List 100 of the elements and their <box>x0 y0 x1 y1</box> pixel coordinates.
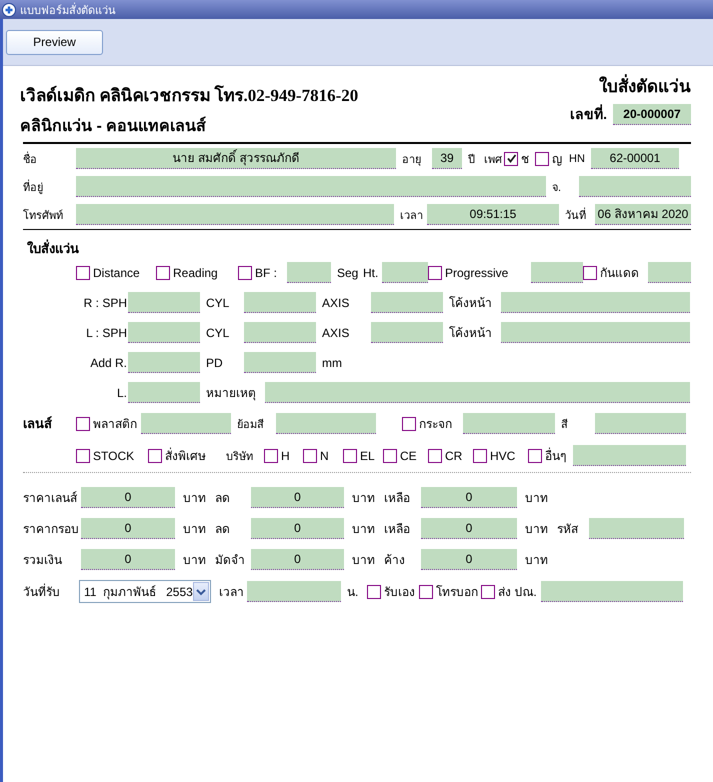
checkbox-label: อื่นๆ <box>545 446 566 465</box>
input-field[interactable]: 39 <box>432 148 462 169</box>
input-field[interactable]: 0 <box>251 549 344 570</box>
input-field[interactable] <box>128 292 200 313</box>
input-field[interactable] <box>244 322 316 343</box>
checkbox[interactable] <box>264 448 278 462</box>
input-field[interactable] <box>76 204 394 225</box>
field-label: บาท <box>351 521 376 538</box>
field-label: วันที่ <box>564 206 587 224</box>
checkbox[interactable] <box>504 152 518 166</box>
input-field[interactable]: 06 สิงหาคม 2020 <box>595 204 691 225</box>
input-field[interactable] <box>648 262 691 283</box>
input-field[interactable]: 0 <box>421 518 517 539</box>
input-field[interactable] <box>573 445 686 466</box>
input-field[interactable]: 0 <box>251 487 344 508</box>
field-label: เหลือ <box>383 521 411 538</box>
checkbox[interactable] <box>473 448 487 462</box>
checkbox-label: กันแดด <box>600 265 639 282</box>
field-label: โค้งหน้า <box>448 325 493 342</box>
input-field[interactable]: 0 <box>421 487 517 508</box>
input-field[interactable] <box>541 581 683 602</box>
input-field[interactable]: 0 <box>81 549 175 570</box>
checkbox[interactable] <box>481 584 495 598</box>
checkbox-label: Distance <box>93 266 140 280</box>
input-field[interactable] <box>589 518 684 539</box>
input-field[interactable] <box>531 262 583 283</box>
clinic-subtitle: คลินิกแว่น - คอนแทคเลนส์ <box>20 116 208 137</box>
field-label: เพศ <box>483 152 503 168</box>
input-field[interactable] <box>128 382 200 403</box>
field-label: HN <box>568 152 586 164</box>
checkbox[interactable] <box>156 266 170 280</box>
input-field[interactable] <box>382 262 428 283</box>
input-field[interactable]: 09:51:15 <box>427 204 559 225</box>
field-label: ราคากรอบ <box>23 521 80 538</box>
input-field[interactable] <box>287 262 331 283</box>
input-field[interactable]: นาย สมศักดิ์ สุวรรณภักดี <box>76 148 396 169</box>
input-field[interactable]: 0 <box>81 487 175 508</box>
input-field[interactable] <box>244 292 316 313</box>
field-label: สี <box>560 418 569 432</box>
checkbox-label: CR <box>445 448 462 462</box>
input-field[interactable] <box>579 176 691 197</box>
checkbox-label: H <box>281 448 290 462</box>
input-field[interactable]: 0 <box>421 549 517 570</box>
field-label: CYL <box>205 326 230 340</box>
checkbox[interactable] <box>76 448 90 462</box>
input-field[interactable] <box>595 413 686 434</box>
field-label: มัดจำ <box>214 552 246 569</box>
checkbox[interactable] <box>583 266 597 280</box>
input-field[interactable] <box>501 322 690 343</box>
checkbox[interactable] <box>419 584 433 598</box>
checkbox[interactable] <box>303 448 317 462</box>
field-label: ที่อยู่ <box>23 178 44 196</box>
checkbox-label: กระจก <box>419 416 452 433</box>
input-field[interactable] <box>128 352 200 373</box>
checkbox[interactable] <box>383 448 397 462</box>
checkbox[interactable] <box>428 448 442 462</box>
field-label: ลด <box>214 521 231 538</box>
field-label: Ht. <box>362 266 380 280</box>
checkbox-label: Reading <box>173 266 218 280</box>
input-field[interactable] <box>276 413 376 434</box>
dropdown-button[interactable] <box>192 582 209 601</box>
checkbox[interactable] <box>76 266 90 280</box>
input-field[interactable] <box>128 322 200 343</box>
input-field[interactable]: 0 <box>251 518 344 539</box>
input-field[interactable]: 62-00001 <box>591 148 679 169</box>
checkbox[interactable] <box>343 448 357 462</box>
checkbox-label: HVC <box>490 448 516 462</box>
input-field[interactable] <box>371 322 443 343</box>
field-label: L. <box>116 386 128 400</box>
checkbox[interactable] <box>528 448 542 462</box>
checkbox[interactable] <box>148 448 162 462</box>
checkbox[interactable] <box>367 584 381 598</box>
checkbox[interactable] <box>76 416 90 430</box>
field-label: บาท <box>182 521 207 538</box>
checkbox-label: N <box>320 448 329 462</box>
field-label: ราคาเลนส์ <box>23 490 78 507</box>
input-field[interactable] <box>141 413 231 434</box>
input-field[interactable] <box>244 352 316 373</box>
checkbox-label: EL <box>360 448 375 462</box>
number-field[interactable]: 20-000007 <box>613 104 691 124</box>
checkbox[interactable] <box>428 266 442 280</box>
field-label: PD <box>205 356 224 370</box>
checkbox[interactable] <box>535 152 549 166</box>
checkbox[interactable] <box>402 416 416 430</box>
checkbox-label: ช <box>521 151 529 168</box>
date-dropdown[interactable]: 11 กุมภาพันธ์ 2553 <box>79 580 211 603</box>
input-field[interactable] <box>501 292 690 313</box>
preview-button[interactable]: Preview <box>6 30 103 54</box>
section-title: เลนส์ <box>23 415 53 433</box>
field-label: โทรศัพท์ <box>23 208 64 224</box>
input-field[interactable] <box>463 413 555 434</box>
input-field[interactable] <box>371 292 443 313</box>
field-label: mm <box>321 356 343 370</box>
input-field[interactable]: 0 <box>81 518 175 539</box>
checkbox-label: โทรบอก <box>436 584 478 601</box>
checkbox-label: STOCK <box>93 448 134 462</box>
input-field[interactable] <box>265 382 690 403</box>
input-field[interactable] <box>247 581 341 602</box>
input-field[interactable] <box>76 176 546 197</box>
checkbox[interactable] <box>238 266 252 280</box>
